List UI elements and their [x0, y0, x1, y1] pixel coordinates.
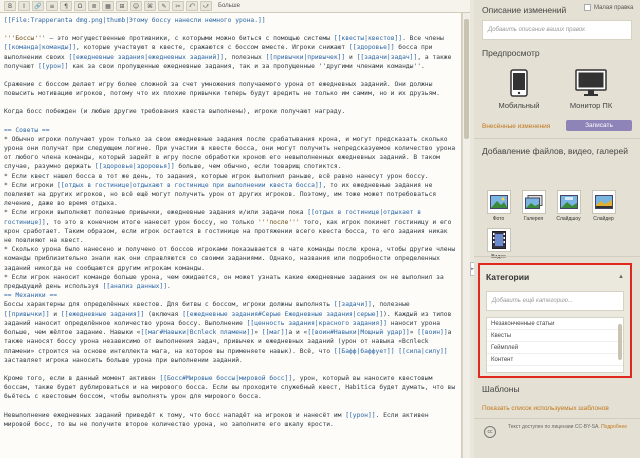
preview-title: Предпросмотр — [482, 48, 540, 58]
license-text: Текст доступен по лицензии CC-BY-SA. Под… — [508, 424, 636, 431]
wikitext-line: Боссы характерны для определённых квесто… — [4, 301, 452, 364]
minor-edit-label: Малая правка — [594, 4, 634, 11]
divider — [474, 256, 640, 257]
wikitext-line: Сражение с боссом делает игру более слож… — [4, 81, 440, 98]
toolbar-button[interactable]: ≡ — [46, 1, 58, 11]
preview-desktop-label: Монитор ПК — [569, 101, 613, 110]
desktop-monitor-icon — [560, 68, 622, 98]
category-item[interactable]: Незаконченные статьи — [487, 318, 623, 330]
toolbar-button[interactable]: B — [4, 1, 16, 11]
summary-input[interactable]: Добавить описание ваших правок — [482, 20, 632, 40]
preview-mobile-label: Мобильный — [498, 101, 540, 110]
license-more-link[interactable]: Подробнее — [601, 424, 627, 430]
gallery-icon — [521, 190, 546, 214]
media-label: Галерея — [523, 216, 544, 222]
preview-mobile-button[interactable]: Мобильный — [488, 68, 550, 110]
media-label: Фото — [492, 216, 505, 222]
preview-desktop-button[interactable]: Монитор ПК — [560, 68, 622, 110]
media-gallery-button[interactable]: Галерея — [519, 190, 548, 222]
wikitext-line: Кроме того, если в данный момент активен… — [4, 374, 456, 401]
category-item[interactable]: Геймплей — [487, 342, 623, 354]
show-changes-link[interactable]: Внесённые изменения — [482, 123, 550, 130]
mobile-icon — [488, 68, 550, 98]
category-item[interactable]: Контент — [487, 354, 623, 366]
toolbar-button[interactable]: ☺ — [130, 1, 142, 11]
toolbar-button[interactable]: ¶ — [60, 1, 72, 11]
edit-panel: Описание изменений Малая правка Добавить… — [474, 0, 640, 458]
minor-edit-toggle[interactable]: Малая правка — [584, 4, 633, 11]
toolbar-button[interactable]: ⤺ — [186, 1, 198, 11]
category-list-scrollbar[interactable] — [618, 324, 622, 360]
media-slideshow-button[interactable]: Слайдшоу — [554, 190, 583, 222]
toolbar-more-button[interactable]: Больше — [218, 3, 240, 9]
media-grid: Фото Галерея Слайдшоу Слайдер Видео — [484, 190, 634, 260]
wikitext-line: * Если игрок наносит команде больше урон… — [4, 273, 444, 291]
slideshow-icon — [556, 190, 581, 214]
wikitext-line: [[File:Trapperanta dmg.png|thumb|Этому б… — [4, 17, 266, 24]
editor-scrollbar-thumb[interactable] — [464, 19, 469, 139]
section-heading: == Механики == — [4, 292, 58, 300]
toolbar-button[interactable]: ⌘ — [144, 1, 156, 11]
category-input[interactable]: Добавить ещё категорию... — [486, 291, 624, 311]
media-title: Добавление файлов, видео, галерей — [482, 146, 628, 156]
toolbar-button[interactable]: 🔗 — [32, 1, 44, 11]
media-label: Слайдер — [593, 216, 614, 222]
templates-title[interactable]: Шаблоны — [482, 384, 520, 394]
license-label: Текст доступен по лицензии CC-BY-SA. — [508, 424, 600, 430]
slider-icon — [591, 190, 616, 214]
media-photo-button[interactable]: Фото — [484, 190, 513, 222]
toolbar-button[interactable]: ▦ — [102, 1, 114, 11]
wikitext-line: '''Боссы''' — это могущественные противн… — [4, 35, 452, 70]
summary-title: Описание изменений — [482, 5, 567, 15]
media-label: Видео — [491, 254, 506, 260]
wikitext-line: * Обычно игроки получают урон только за … — [4, 135, 456, 171]
section-heading: == Советы == — [4, 126, 50, 134]
categories-title: Категории — [486, 272, 530, 282]
show-templates-link[interactable]: Показать список используемых шаблонов — [482, 405, 609, 412]
wikitext-line: * Если игроки [[отдых в гостинице|отдыха… — [4, 181, 437, 208]
toolbar-button[interactable]: Ω — [74, 1, 86, 11]
editor-toolbar: B I 🔗 ≡ ¶ Ω ≣ ▦ ⊞ ☺ ⌘ ✎ ✂ ⤺ ⤻ Больше — [0, 0, 470, 13]
minor-edit-checkbox[interactable] — [584, 4, 591, 11]
toolbar-button[interactable]: ✎ — [158, 1, 170, 11]
wikitext-line: * Сколько урона было нанесено и получено… — [4, 246, 456, 272]
divider — [474, 138, 640, 139]
video-icon — [486, 228, 511, 252]
toolbar-button[interactable]: ⤻ — [200, 1, 212, 11]
wikitext-line: Невыполнение ежедневных заданий приведёт… — [4, 411, 429, 428]
toolbar-button[interactable]: ≣ — [88, 1, 100, 11]
toolbar-button[interactable]: ⊞ — [116, 1, 128, 11]
categories-module: Категории ▲ Добавить ещё категорию... Не… — [478, 263, 632, 378]
cc-license-icon: cc — [484, 426, 496, 438]
chevron-up-icon[interactable]: ▲ — [618, 274, 624, 280]
photo-icon — [486, 190, 511, 214]
category-item[interactable]: Квесты — [487, 330, 623, 342]
source-editor[interactable]: [[File:Trapperanta dmg.png|thumb|Этому б… — [0, 13, 462, 458]
editor-scrollbar[interactable] — [462, 13, 470, 458]
toolbar-button[interactable]: I — [18, 1, 30, 11]
category-list: Незаконченные статьи Квесты Геймплей Контен… — [486, 317, 624, 373]
wikitext-line: Когда босс побежден (и любые другие треб… — [4, 108, 346, 116]
wikitext-line: * Если квест нашел босса в тот же день, … — [4, 172, 429, 180]
toolbar-button[interactable]: ✂ — [172, 1, 184, 11]
media-slider-button[interactable]: Слайдер — [589, 190, 618, 222]
wikitext-line: * Если игроки выполняют полезные привычк… — [4, 209, 452, 245]
divider — [474, 418, 640, 419]
save-button[interactable]: Записать — [566, 120, 632, 131]
media-label: Слайдшоу — [556, 216, 581, 222]
